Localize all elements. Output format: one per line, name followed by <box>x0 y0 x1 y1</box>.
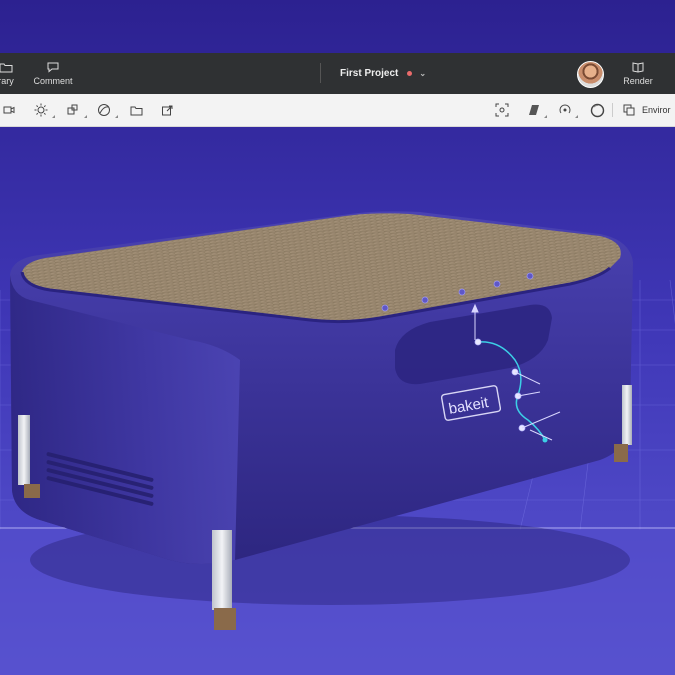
export-icon <box>161 105 172 115</box>
comment-label: Comment <box>33 76 73 86</box>
folder-tool[interactable] <box>128 94 144 126</box>
comment-button[interactable]: Comment <box>33 53 73 94</box>
material-icon <box>98 104 110 116</box>
camera-tool[interactable] <box>2 94 16 126</box>
focus-icon <box>495 103 509 117</box>
project-selector[interactable]: First Project ⌄ <box>340 53 426 94</box>
folder-icon <box>0 63 13 73</box>
render-label: Render <box>623 76 653 86</box>
library-label: rary <box>0 76 14 86</box>
folder-icon <box>130 106 142 115</box>
toolbar-divider <box>612 103 613 117</box>
user-avatar[interactable] <box>577 61 604 88</box>
transform-tool[interactable] <box>64 94 87 126</box>
book-render-icon <box>632 62 644 73</box>
environment-icon <box>623 104 635 116</box>
rotate-icon <box>559 104 571 114</box>
chevron-down-icon: ⌄ <box>419 69 427 78</box>
app-header: rary Comment First Project ⌄ Render <box>0 53 675 94</box>
material-tool[interactable] <box>95 94 118 126</box>
rotate-tool[interactable] <box>557 94 578 126</box>
camera-icon <box>3 106 15 114</box>
toolbar: Enviror <box>0 94 675 127</box>
texture-tool[interactable] <box>526 94 547 126</box>
texture-icon <box>529 105 539 115</box>
project-title: First Project <box>340 68 399 79</box>
light-icon <box>34 103 48 117</box>
light-tool[interactable] <box>32 94 55 126</box>
environment-label: Enviror <box>642 105 671 115</box>
environment-button[interactable]: Enviror <box>623 94 675 126</box>
render-button[interactable]: Render <box>620 53 656 94</box>
sphere-icon <box>590 103 604 117</box>
sphere-tool[interactable] <box>589 94 605 126</box>
transform-icon <box>67 104 78 115</box>
library-button[interactable]: rary <box>0 53 18 94</box>
focus-tool[interactable] <box>494 94 510 126</box>
unsaved-indicator <box>407 71 413 76</box>
comment-icon <box>47 62 59 73</box>
export-tool[interactable] <box>159 94 175 126</box>
header-divider <box>320 63 321 83</box>
